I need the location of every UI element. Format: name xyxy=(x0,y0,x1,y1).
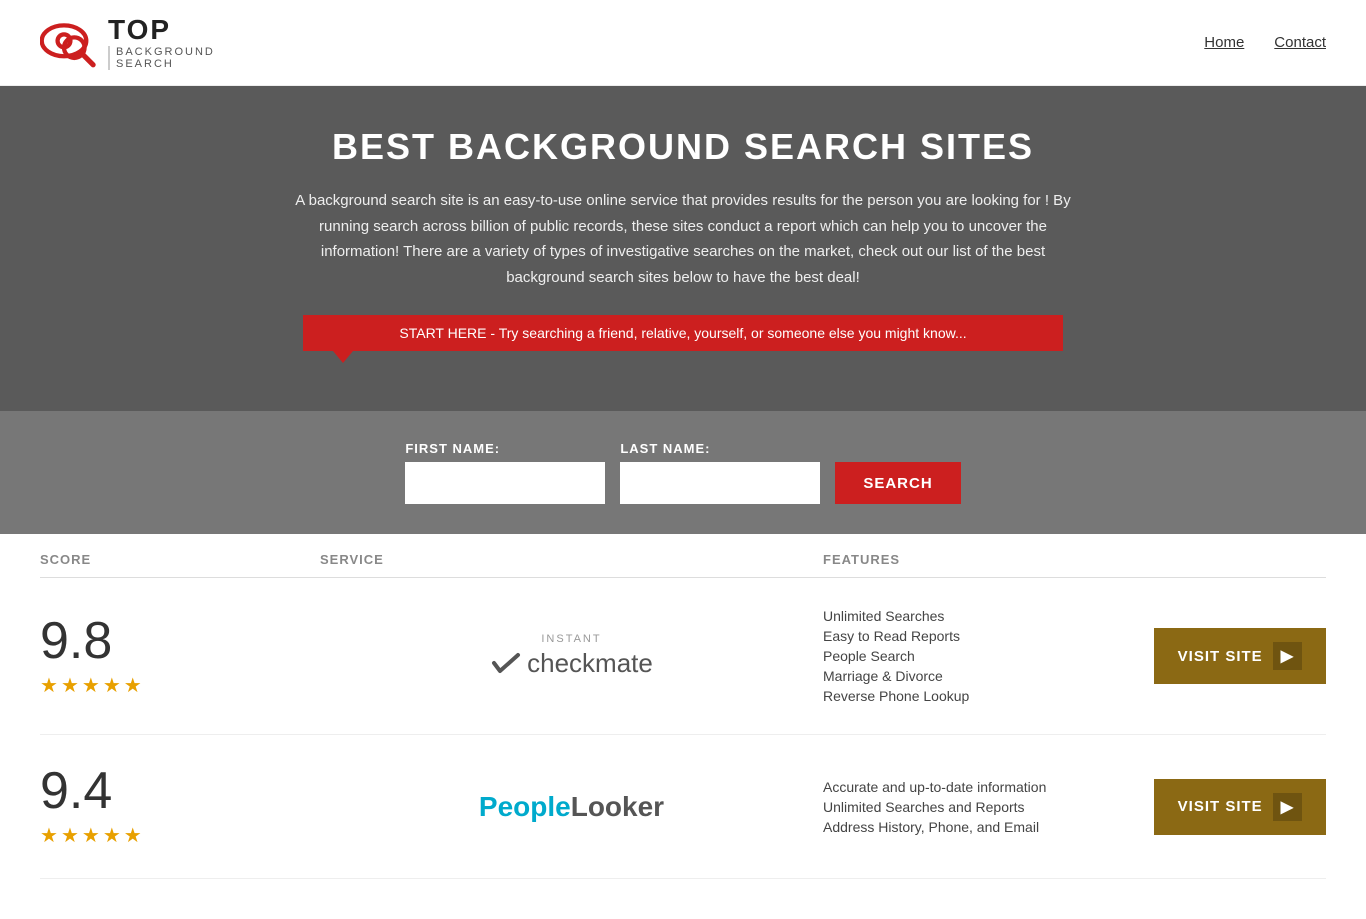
table-row: 9.8 ★ ★ ★ ★ ★ instant checkmate xyxy=(40,578,1326,735)
score-block-2: 9.4 ★ ★ ★ ★ ★ xyxy=(40,765,320,848)
arrow-icon-2: ▶ xyxy=(1273,793,1302,821)
visit-label: VISIT SITE xyxy=(1178,648,1263,665)
feature-item: Unlimited Searches xyxy=(823,608,1134,624)
star-2: ★ xyxy=(61,673,79,698)
logo: TOP BACKGROUNDSEARCH xyxy=(40,15,215,70)
people-text: People xyxy=(479,791,571,822)
visit-btn-container: VISIT SITE ▶ xyxy=(1154,628,1326,684)
feature-item: Marriage & Divorce xyxy=(823,668,1134,684)
search-button[interactable]: SEARCH xyxy=(835,462,960,504)
col-service-header: SERVICE xyxy=(320,552,823,567)
logo-text: TOP BACKGROUNDSEARCH xyxy=(108,15,215,70)
first-name-label: FIRST NAME: xyxy=(405,441,605,456)
nav-home-link[interactable]: Home xyxy=(1204,34,1244,51)
visit-site-button-1[interactable]: VISIT SITE ▶ xyxy=(1154,628,1326,684)
star-5: ★ xyxy=(124,673,142,698)
nav-contact-link[interactable]: Contact xyxy=(1274,34,1326,51)
feature-item: People Search xyxy=(823,648,1134,664)
star-4: ★ xyxy=(103,673,121,698)
stars: ★ ★ ★ ★ ★ xyxy=(40,673,142,698)
score-block: 9.8 ★ ★ ★ ★ ★ xyxy=(40,615,320,698)
feature-item: Easy to Read Reports xyxy=(823,628,1134,644)
hero-title: BEST BACKGROUND SEARCH SITES xyxy=(20,126,1346,168)
stars-2: ★ ★ ★ ★ ★ xyxy=(40,823,142,848)
star-2: ★ xyxy=(61,823,79,848)
visit-btn-container-2: VISIT SITE ▶ xyxy=(1154,779,1326,835)
checkmate-text: checkmate xyxy=(527,648,653,679)
search-form: FIRST NAME: LAST NAME: SEARCH xyxy=(20,441,1346,504)
table-header: SCORE SERVICE FEATURES xyxy=(40,534,1326,578)
hero-description: A background search site is an easy-to-u… xyxy=(293,188,1073,290)
navigation: Home Contact xyxy=(1204,34,1326,51)
search-banner: START HERE - Try searching a friend, rel… xyxy=(303,315,1063,351)
col-score-header: SCORE xyxy=(40,552,320,567)
star-5: ★ xyxy=(124,823,142,848)
visit-site-button-2[interactable]: VISIT SITE ▶ xyxy=(1154,779,1326,835)
hero-section: BEST BACKGROUND SEARCH SITES A backgroun… xyxy=(0,86,1366,411)
star-1: ★ xyxy=(40,823,58,848)
star-1: ★ xyxy=(40,673,58,698)
features-list: Unlimited Searches Easy to Read Reports … xyxy=(823,608,1134,704)
first-name-group: FIRST NAME: xyxy=(405,441,605,504)
score-number: 9.8 xyxy=(40,615,112,667)
score-number-2: 9.4 xyxy=(40,765,112,817)
feature-item: Accurate and up-to-date information xyxy=(823,779,1134,795)
star-3: ★ xyxy=(82,823,100,848)
table-row: 9.4 ★ ★ ★ ★ ★ PeopleLooker Accurate and … xyxy=(40,735,1326,879)
logo-bottom-text: BACKGROUNDSEARCH xyxy=(108,46,215,70)
feature-item: Unlimited Searches and Reports xyxy=(823,799,1134,815)
results-section: SCORE SERVICE FEATURES 9.8 ★ ★ ★ ★ ★ ins… xyxy=(0,534,1366,919)
features-list-2: Accurate and up-to-date information Unli… xyxy=(823,779,1134,835)
service-logo-checkmate: instant checkmate xyxy=(320,633,823,679)
col-features-header: FEATURES xyxy=(823,552,1326,567)
star-4: ★ xyxy=(103,823,121,848)
search-form-container: FIRST NAME: LAST NAME: SEARCH xyxy=(0,411,1366,534)
peoplelooker-logo: PeopleLooker xyxy=(479,791,664,823)
logo-icon xyxy=(40,15,100,70)
last-name-input[interactable] xyxy=(620,462,820,504)
header: TOP BACKGROUNDSEARCH Home Contact xyxy=(0,0,1366,86)
arrow-icon: ▶ xyxy=(1273,642,1302,670)
checkmark-icon xyxy=(490,647,522,679)
visit-label-2: VISIT SITE xyxy=(1178,798,1263,815)
looker-text: Looker xyxy=(571,791,664,822)
logo-top-text: TOP xyxy=(108,15,215,46)
last-name-label: LAST NAME: xyxy=(620,441,820,456)
service-logo-peoplelooker: PeopleLooker xyxy=(320,791,823,823)
last-name-group: LAST NAME: xyxy=(620,441,820,504)
feature-item: Reverse Phone Lookup xyxy=(823,688,1134,704)
first-name-input[interactable] xyxy=(405,462,605,504)
star-3: ★ xyxy=(82,673,100,698)
feature-item: Address History, Phone, and Email xyxy=(823,819,1134,835)
instant-label: instant xyxy=(541,633,601,645)
